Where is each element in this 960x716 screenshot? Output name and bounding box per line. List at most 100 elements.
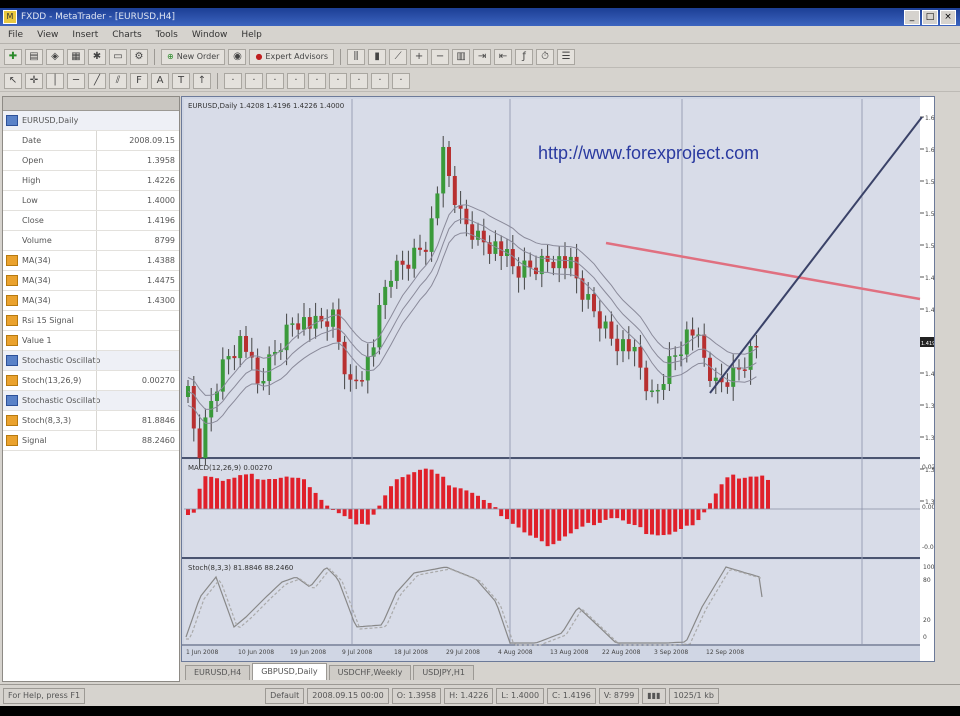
- navigator-icon[interactable]: ✱: [88, 48, 106, 65]
- candlestick-icon[interactable]: ▮: [368, 48, 387, 65]
- horizontal-line-icon[interactable]: ─: [67, 72, 85, 89]
- period-d1-button[interactable]: ·: [350, 72, 368, 89]
- new-order-button[interactable]: ⊕ New Order: [161, 48, 226, 65]
- arrow-icon[interactable]: ↑: [193, 72, 211, 89]
- line-chart-icon[interactable]: ⟋: [389, 48, 408, 65]
- toolbar-separator: [154, 48, 155, 65]
- menu-view[interactable]: View: [33, 30, 68, 40]
- price-tick-label: 1.5235: [925, 243, 934, 250]
- data-window-value: 81.8846: [96, 411, 175, 430]
- macd-bar: [458, 488, 463, 509]
- period-m30-button[interactable]: ·: [287, 72, 305, 89]
- candle-body: [574, 256, 579, 279]
- bar-chart-icon[interactable]: ⫼: [347, 48, 366, 65]
- date-tick-label: 22 Aug 2008: [602, 649, 641, 656]
- tile-windows-icon[interactable]: ▥: [452, 48, 471, 65]
- menu-help[interactable]: Help: [237, 30, 272, 40]
- period-w1-button[interactable]: ·: [371, 72, 389, 89]
- chart-canvas[interactable]: EURUSD,Daily 1.4208 1.4196 1.4226 1.4000…: [182, 97, 934, 661]
- period-mn-button[interactable]: ·: [392, 72, 410, 89]
- periods-icon[interactable]: ⏱: [536, 48, 555, 65]
- period-h4-button[interactable]: ·: [329, 72, 347, 89]
- period-m1-button[interactable]: ·: [224, 72, 242, 89]
- close-button[interactable]: ×: [940, 10, 956, 25]
- strategy-tester-icon[interactable]: ⚙: [130, 48, 148, 65]
- macd-bar: [696, 509, 701, 521]
- data-window-icon[interactable]: ▦: [67, 48, 85, 65]
- vertical-line-icon[interactable]: │: [46, 72, 64, 89]
- menu-file[interactable]: File: [4, 30, 33, 40]
- data-window-value: 1.4196: [96, 211, 175, 230]
- macd-tick-label: 0.0290: [922, 464, 934, 471]
- trendline-icon[interactable]: ╱: [88, 72, 106, 89]
- candle-body: [435, 193, 440, 219]
- candle-body: [238, 335, 243, 359]
- zoom-in-icon[interactable]: +: [410, 48, 429, 65]
- menu-charts[interactable]: Charts: [108, 30, 151, 40]
- data-window-row: Rsi 15 Signal: [3, 311, 179, 331]
- menu-insert[interactable]: Insert: [68, 30, 108, 40]
- macd-bar: [673, 509, 678, 532]
- indicators-icon[interactable]: ƒ: [515, 48, 534, 65]
- text-icon[interactable]: A: [151, 72, 169, 89]
- chart-shift-icon[interactable]: ⇤: [494, 48, 513, 65]
- zoom-out-icon[interactable]: −: [431, 48, 450, 65]
- macd-bar: [528, 509, 533, 536]
- macd-bar: [435, 473, 440, 509]
- crosshair-icon[interactable]: ✛: [25, 72, 43, 89]
- maximize-button[interactable]: □: [922, 10, 938, 25]
- data-window-symbol: EURUSD,Daily: [22, 116, 79, 125]
- bottom-letterbox: [0, 706, 960, 716]
- channel-icon[interactable]: ⫽: [109, 72, 127, 89]
- macd-tick-label: -0.0220: [922, 544, 934, 551]
- data-window-label: MA(34): [22, 296, 51, 305]
- macd-bar: [539, 509, 544, 542]
- macd-bar: [412, 472, 417, 509]
- menu-window[interactable]: Window: [188, 30, 238, 40]
- macd-bar: [296, 477, 301, 509]
- data-window-row: Stoch(8,3,3) 81.8846: [3, 411, 179, 431]
- candle-body: [331, 309, 335, 327]
- candle-body: [302, 317, 306, 330]
- chart-tab[interactable]: GBPUSD,Daily: [252, 663, 327, 680]
- chart-tab[interactable]: USDJPY,H1: [413, 665, 474, 680]
- minimize-button[interactable]: _: [904, 10, 920, 25]
- macd-bar: [325, 505, 330, 509]
- chart-window[interactable]: EURUSD,Daily 1.4208 1.4196 1.4226 1.4000…: [181, 96, 935, 662]
- period-h1-button[interactable]: ·: [308, 72, 326, 89]
- macd-bar: [476, 495, 480, 509]
- macd-bar: [284, 476, 289, 509]
- candle-body: [568, 256, 573, 269]
- templates-icon[interactable]: ☰: [557, 48, 576, 65]
- menu-tools[interactable]: Tools: [152, 30, 188, 40]
- chart-tab[interactable]: EURUSD,H4: [185, 665, 251, 680]
- status-volume: V: 8799: [598, 688, 640, 704]
- candle-body: [679, 354, 683, 357]
- standard-toolbar: ✚ ▤ ◈ ▦ ✱ ▭ ⚙ ⊕ New Order ◉ ● Expert Advis…: [0, 46, 960, 68]
- fibonacci-icon[interactable]: F: [130, 72, 148, 89]
- new-chart-icon[interactable]: ✚: [4, 48, 22, 65]
- candle-body: [516, 266, 521, 278]
- macd-bar: [725, 477, 730, 509]
- label-icon[interactable]: T: [172, 72, 190, 89]
- candle-body: [621, 339, 625, 352]
- price-tick-label: 1.4715: [925, 307, 934, 314]
- macd-bar: [307, 487, 312, 509]
- data-window-label: Volume: [22, 236, 52, 245]
- chart-header: EURUSD,Daily 1.4208 1.4196 1.4226 1.4000: [188, 102, 344, 110]
- metaeditor-icon[interactable]: ◉: [228, 48, 247, 65]
- period-m5-button[interactable]: ·: [245, 72, 263, 89]
- terminal-icon[interactable]: ▭: [109, 48, 127, 65]
- candle-body: [429, 218, 434, 252]
- chart-tab[interactable]: USDCHF,Weekly: [328, 665, 412, 680]
- expert-advisors-button[interactable]: ● Expert Advisors: [249, 48, 335, 65]
- auto-scroll-icon[interactable]: ⇥: [473, 48, 492, 65]
- profiles-icon[interactable]: ▤: [25, 48, 43, 65]
- macd-bar: [441, 476, 446, 509]
- market-watch-icon[interactable]: ◈: [46, 48, 64, 65]
- cursor-icon[interactable]: ↖: [4, 72, 22, 89]
- indicator-icon: [6, 295, 18, 306]
- period-m15-button[interactable]: ·: [266, 72, 284, 89]
- macd-bar: [597, 509, 602, 523]
- data-window-row: Stochastic Oscillator: [3, 351, 179, 371]
